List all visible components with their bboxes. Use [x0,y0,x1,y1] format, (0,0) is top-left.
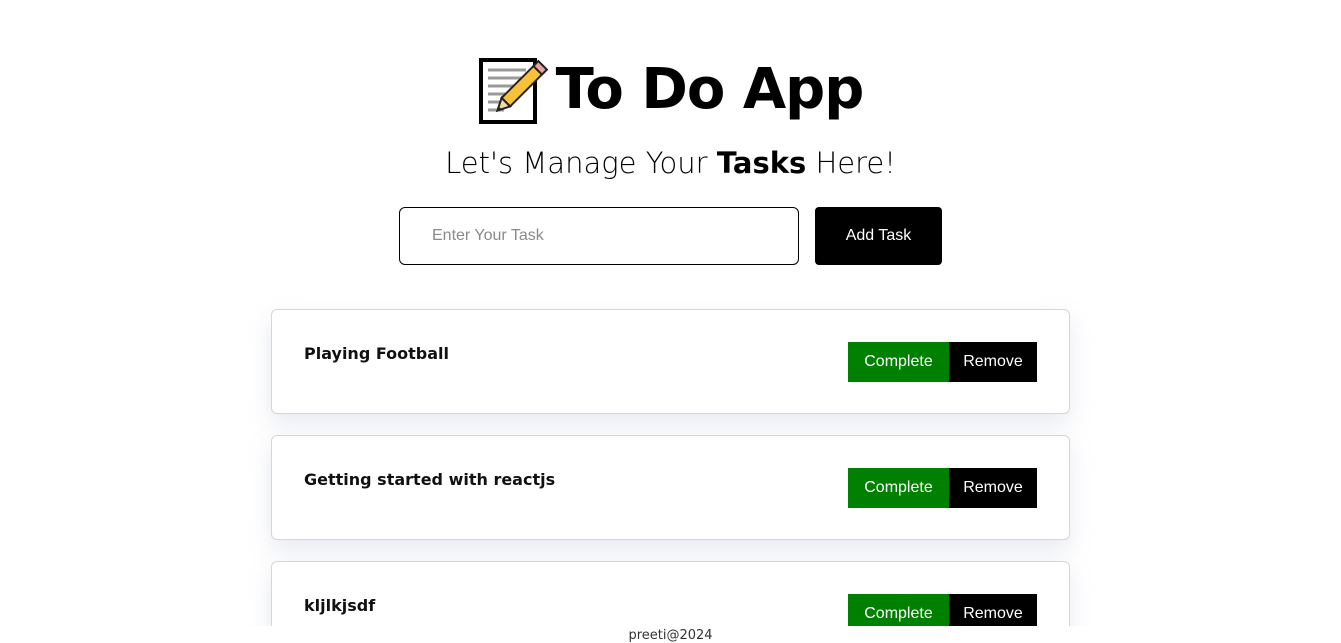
task-actions: Complete Remove [848,468,1037,508]
remove-button[interactable]: Remove [949,342,1037,382]
memo-icon [478,58,548,124]
subtitle-suffix: Here! [806,146,896,180]
page-subtitle: Let's Manage Your Tasks Here! [0,146,1341,180]
task-input[interactable] [399,207,799,265]
complete-button[interactable]: Complete [848,468,949,508]
add-task-button[interactable]: Add Task [815,207,942,265]
task-actions: Complete Remove [848,342,1037,382]
complete-button[interactable]: Complete [848,342,949,382]
todo-app-page: To Do App Let's Manage Your Tasks Here! … [0,0,1341,643]
subtitle-prefix: Let's Manage Your [445,146,717,180]
task-text: Playing Football [304,344,449,363]
task-card: Playing Football Complete Remove [271,309,1070,414]
remove-button[interactable]: Remove [949,468,1037,508]
task-text: Getting started with reactjs [304,470,556,489]
app-header: To Do App [0,54,1341,126]
subtitle-bold: Tasks [716,146,807,180]
task-text: kljlkjsdf [304,596,376,615]
footer: preeti@2024 [0,626,1341,643]
task-card: Getting started with reactjs Complete Re… [271,435,1070,540]
app-title: To Do App [555,57,865,122]
